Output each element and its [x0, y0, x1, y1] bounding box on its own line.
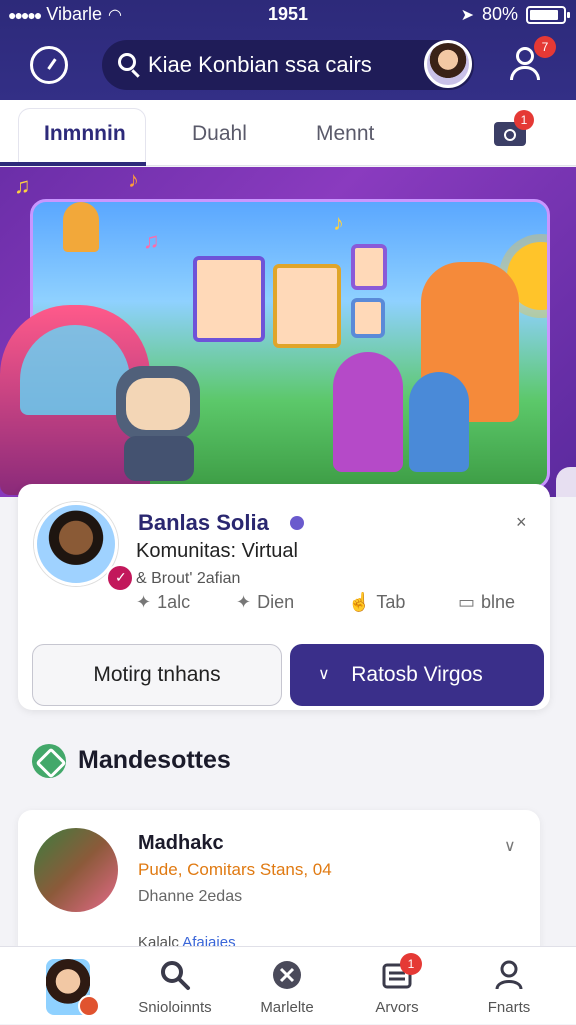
photo-frame: [351, 244, 387, 290]
nav-item-profile-settings[interactable]: Fnarts: [454, 947, 564, 1025]
bookmark-icon: ▭: [458, 592, 476, 612]
stat-label: Tab: [376, 592, 406, 612]
list-item[interactable]: Madhakc Pude, Comitars Stans, 04 Dhanne …: [18, 810, 540, 960]
close-icon[interactable]: ×: [516, 512, 527, 533]
list-item-meta: Dhanne 2edas: [138, 888, 243, 905]
photo-frame: [273, 264, 341, 348]
chevron-down-icon: ∨: [318, 666, 330, 683]
status-right: ➤ 80%: [460, 4, 570, 25]
avatar-badge-icon: [78, 995, 100, 1017]
nav-label: Arvors: [375, 999, 419, 1016]
avatar[interactable]: [34, 502, 118, 586]
chevron-down-icon[interactable]: ∨: [504, 836, 516, 856]
stat-item[interactable]: ✦ 1alc: [136, 592, 190, 613]
nav-item-search[interactable]: Snioloinnts: [120, 947, 230, 1025]
notification-badge: 7: [534, 36, 556, 58]
tab-mennt[interactable]: Mennt: [316, 122, 374, 146]
search-icon: [118, 53, 136, 71]
music-note-icon: ♪: [333, 210, 344, 235]
stat-item[interactable]: ✦ Dien: [236, 592, 294, 613]
profile-button[interactable]: 7: [506, 36, 556, 84]
bottom-nav: Snioloinnts Marlelte 1 Arvors Fnarts: [0, 946, 576, 1024]
battery-icon: [526, 5, 570, 24]
tab-bar: Inmnnin Duahl Mennt: [0, 100, 576, 166]
profile-meta: & Brout' 2afian: [136, 570, 241, 587]
robot-illustration: [110, 366, 200, 481]
stat-item[interactable]: ▭ blne: [458, 592, 515, 613]
avatar[interactable]: [34, 828, 118, 912]
hero-banner[interactable]: ♫ ♪ ♪ ♫: [0, 167, 576, 497]
nav-item-inbox[interactable]: 1 Arvors: [342, 947, 452, 1025]
section-title: Mandesottes: [78, 746, 231, 774]
compass-icon: [273, 961, 301, 989]
compass-icon[interactable]: [30, 46, 68, 84]
battery-percent: 80%: [481, 4, 518, 24]
stat-label: blne: [481, 592, 516, 612]
search-input[interactable]: Kiae Konbian ssa cairs: [148, 52, 372, 78]
stat-label: 1alc: [157, 592, 191, 612]
pin-icon: ✦: [136, 592, 152, 612]
nav-item-profile[interactable]: [0, 947, 110, 1025]
stat-item[interactable]: ☝ Tab: [348, 592, 405, 613]
list-item-name: Madhakc: [138, 832, 224, 854]
camera-icon[interactable]: 1: [494, 110, 534, 146]
person-illustration: [333, 352, 403, 472]
nav-label: Fnarts: [487, 999, 531, 1016]
profile-name: Banlas Solia: [138, 510, 269, 535]
tab-inmnnin[interactable]: Inmnnin: [44, 122, 126, 146]
photo-frame: [193, 256, 265, 342]
thumb-up-icon: ☝: [348, 592, 371, 612]
primary-button[interactable]: ∨ Ratosb Virgos: [290, 644, 544, 706]
location-arrow-icon: ➤: [460, 6, 474, 24]
status-bar: ●●●●● Vibarle ◠ 1951 ➤ 80%: [0, 0, 576, 30]
music-note-icon: ♪: [128, 167, 139, 192]
camera-badge: 1: [514, 110, 534, 130]
robot-face: [126, 378, 190, 430]
avatar[interactable]: [424, 40, 472, 88]
music-note-icon: ♫: [14, 173, 31, 198]
person-illustration: [63, 202, 99, 252]
verified-icon: [290, 516, 304, 530]
nav-label: Snioloinnts: [138, 999, 212, 1016]
robot-body: [124, 436, 194, 481]
section-icon: [32, 744, 66, 778]
tab-duahl[interactable]: Duahl: [192, 122, 247, 146]
profile-icon: [516, 47, 534, 65]
next-card-peek: [556, 467, 576, 497]
list-item-tags: Pude, Comitars Stans, 04: [138, 860, 332, 879]
secondary-button[interactable]: Motirg tnhans: [32, 644, 282, 706]
nav-label: Marlelte: [260, 999, 314, 1016]
primary-button-label: Ratosb Virgos: [351, 663, 483, 686]
nav-item-market[interactable]: Marlelte: [232, 947, 342, 1025]
profile-card[interactable]: Banlas Solia Komunitas: Virtual & Brout'…: [18, 484, 550, 710]
app-bar: ●●●●● Vibarle ◠ 1951 ➤ 80% Kiae Konbian …: [0, 0, 576, 100]
person-illustration: [409, 372, 469, 472]
profile-icon: [495, 960, 523, 990]
music-note-icon: ♫: [143, 228, 160, 253]
tab-underline: [0, 162, 146, 166]
search-icon: [161, 961, 190, 990]
search-bar[interactable]: Kiae Konbian ssa cairs: [102, 40, 474, 90]
verified-badge-icon: [106, 564, 134, 592]
profile-subtitle: Komunitas: Virtual: [136, 540, 298, 562]
pin-icon: ✦: [236, 592, 252, 612]
profile-icon-body: [510, 66, 540, 80]
stat-label: Dien: [257, 592, 295, 612]
photo-frame: [351, 298, 385, 338]
inbox-badge: 1: [400, 953, 422, 975]
